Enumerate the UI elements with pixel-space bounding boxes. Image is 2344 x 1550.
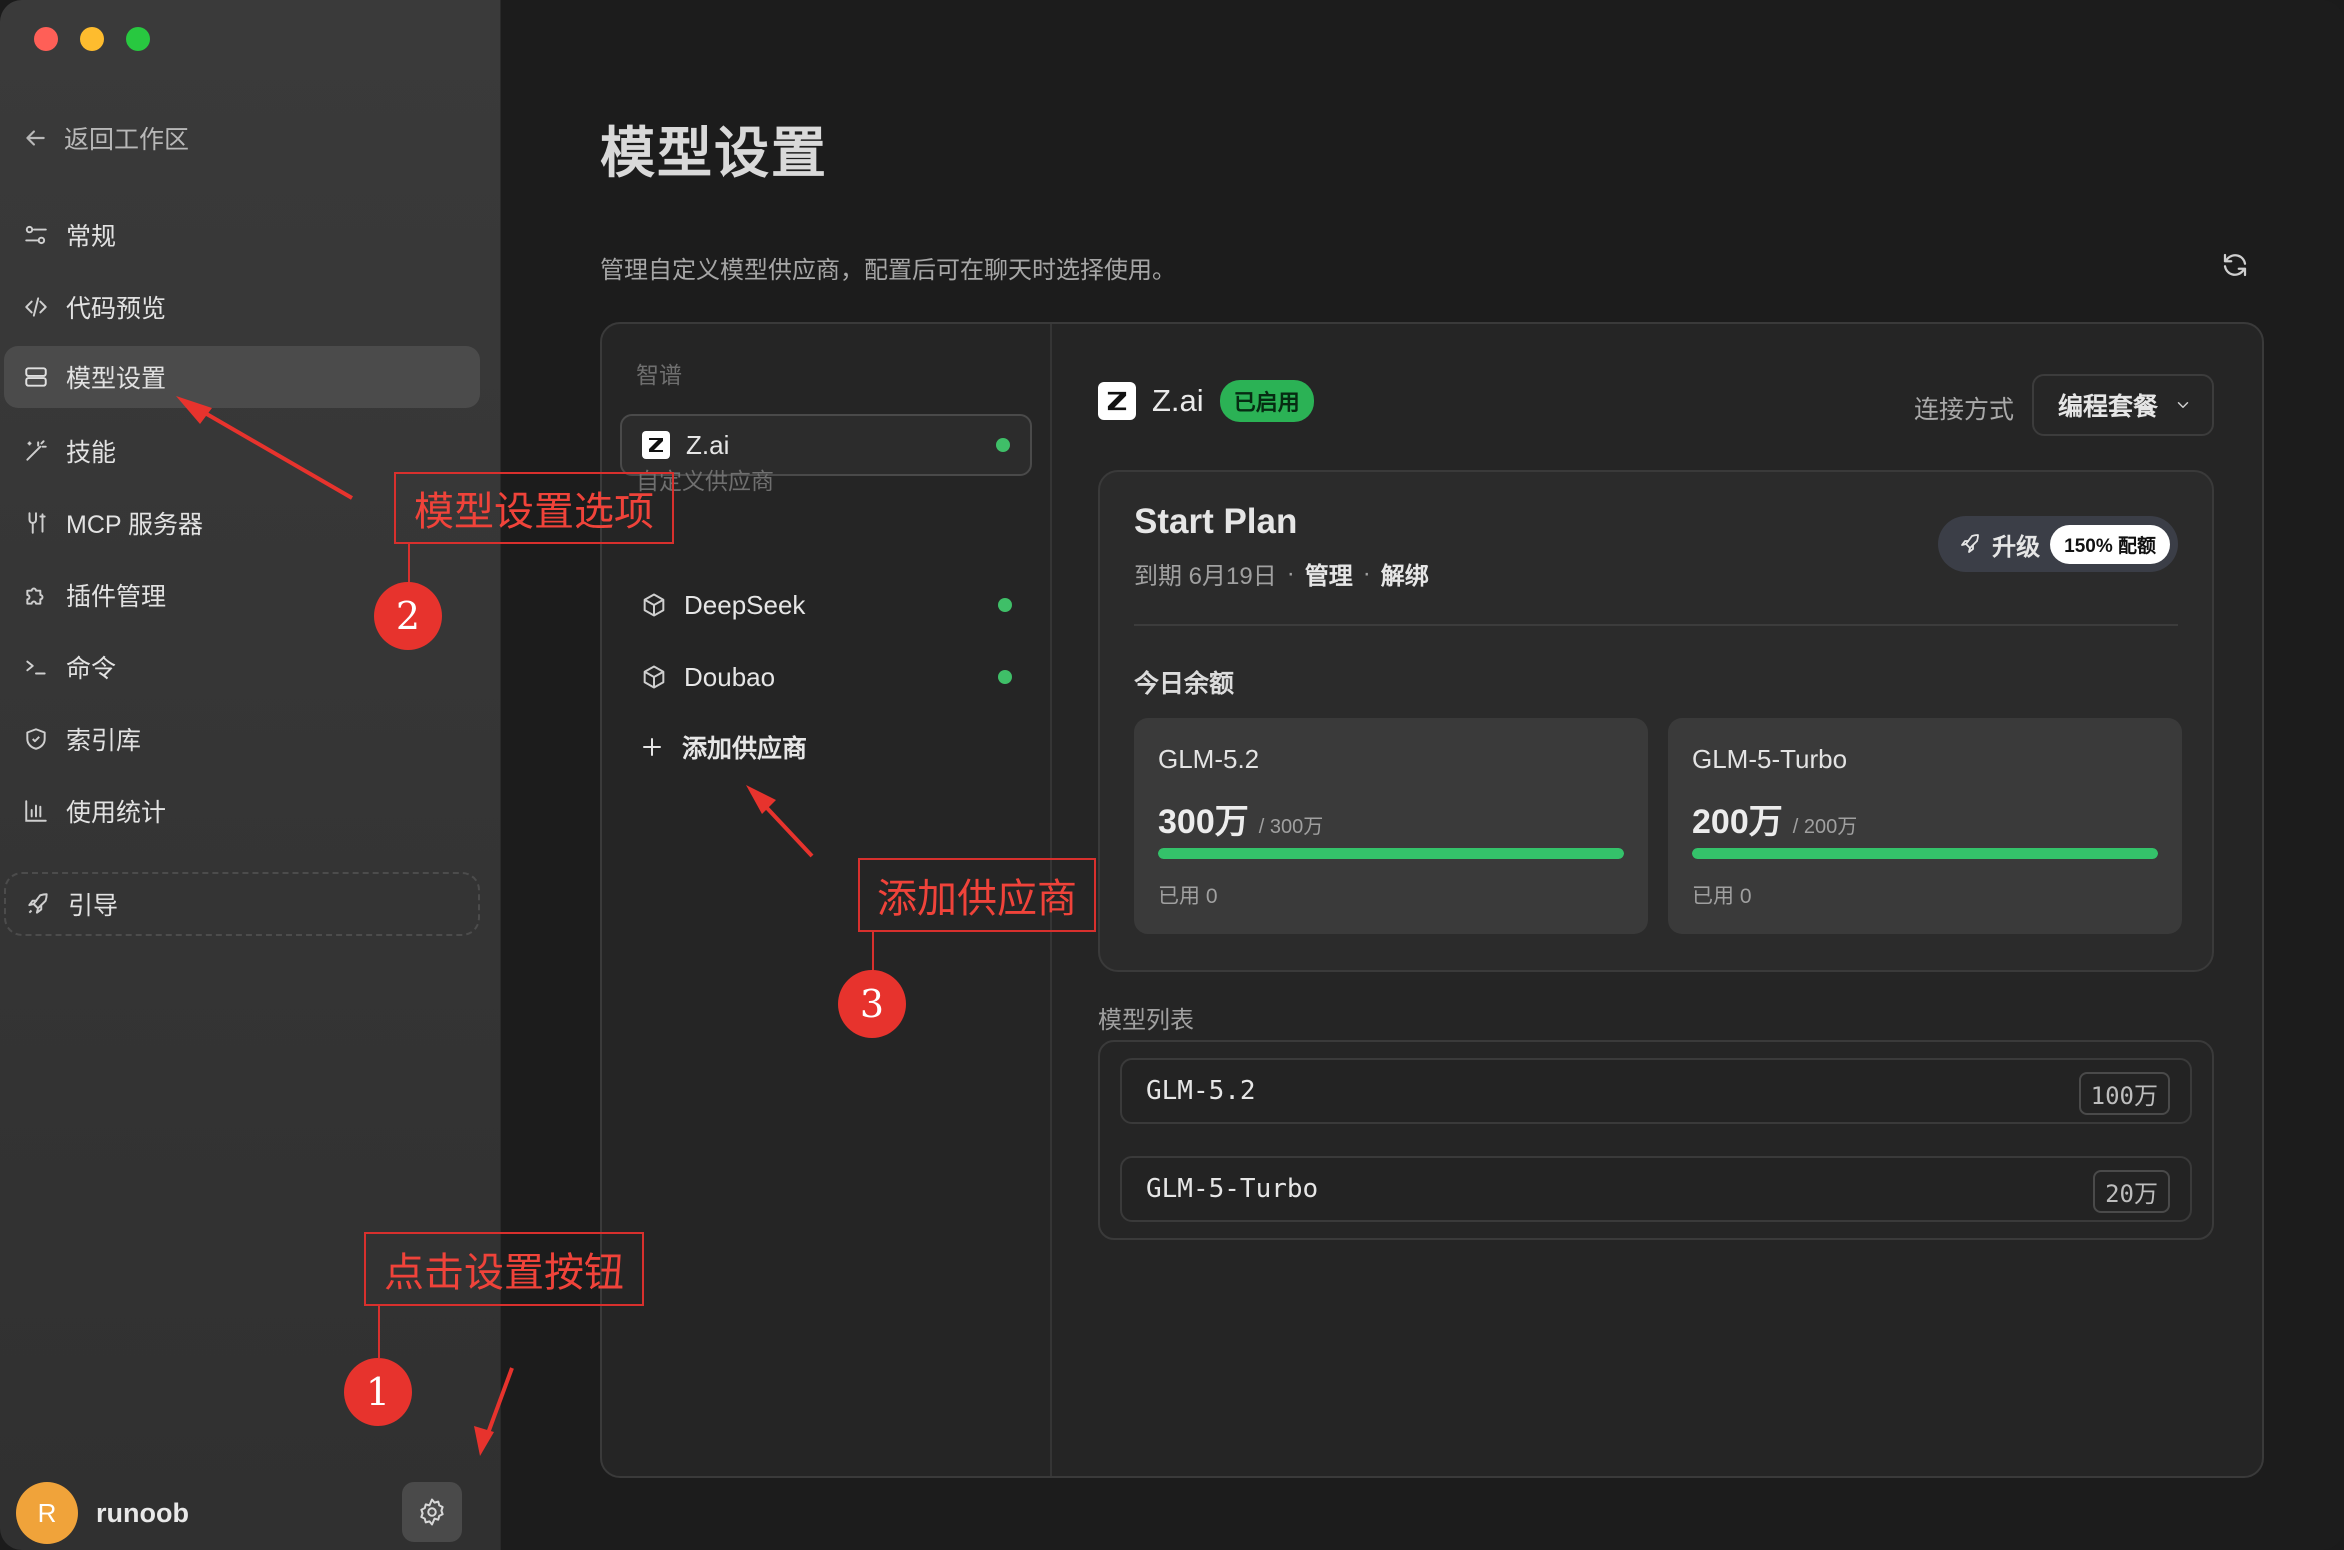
annotation-connector-3 — [872, 932, 874, 972]
annotation-arrow-2 — [184, 400, 354, 500]
annotation-label-1: 点击设置按钮 — [364, 1232, 644, 1306]
annotation-label-3: 添加供应商 — [858, 858, 1096, 932]
annotation-connector-1 — [378, 1306, 380, 1358]
annotation-number-2: 2 — [374, 582, 442, 650]
annotation-number-1: 1 — [344, 1358, 412, 1426]
annotation-connector-2 — [408, 544, 410, 584]
annotation-arrowhead-2 — [176, 396, 212, 424]
app-window: 返回工作区 常规 代码预览 模型设置 技能 MCP 服务器 插件管理 命令 索引… — [0, 0, 2344, 1550]
annotation-arrowhead-3 — [746, 785, 776, 814]
annotation-number-3: 3 — [838, 970, 906, 1038]
annotation-arrows — [176, 396, 814, 1456]
annotation-label-2: 模型设置选项 — [394, 472, 674, 544]
